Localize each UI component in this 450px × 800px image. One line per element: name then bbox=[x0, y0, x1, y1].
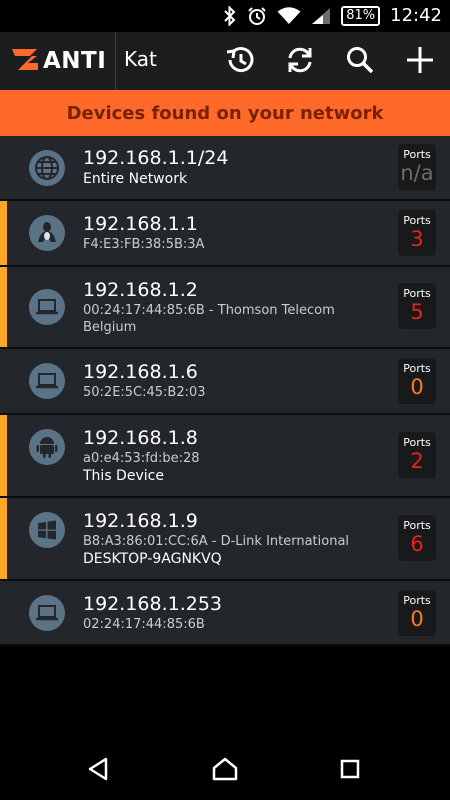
device-list: 192.168.1.1/24 Entire Network Ports n/a … bbox=[0, 136, 450, 646]
history-icon bbox=[224, 44, 256, 80]
app-logo: ANTI bbox=[10, 46, 106, 76]
ports-label: Ports bbox=[403, 519, 431, 532]
device-name: This Device bbox=[83, 468, 164, 484]
ports-count: 6 bbox=[410, 532, 424, 556]
plus-icon bbox=[404, 44, 436, 80]
device-highlight-bar bbox=[0, 267, 7, 347]
devices-banner: Devices found on your network bbox=[0, 90, 450, 136]
bluetooth-icon bbox=[223, 5, 237, 26]
history-button[interactable] bbox=[222, 44, 258, 80]
device-row[interactable]: 192.168.1.1/24 Entire Network Ports n/a bbox=[0, 136, 450, 201]
device-highlight-bar bbox=[0, 201, 7, 265]
ports-count: 5 bbox=[410, 300, 424, 324]
globe-icon bbox=[29, 150, 65, 186]
ports-count: 2 bbox=[410, 449, 424, 473]
add-button[interactable] bbox=[402, 44, 438, 80]
ports-badge: Ports 2 bbox=[398, 432, 436, 478]
status-bar: 81% 12:42 bbox=[0, 0, 450, 32]
back-icon bbox=[86, 756, 112, 786]
ports-badge: Ports 0 bbox=[398, 358, 436, 404]
device-mac: a0:e4:53:fd:be:28 bbox=[83, 451, 200, 466]
ports-label: Ports bbox=[403, 594, 431, 607]
home-button[interactable] bbox=[210, 756, 240, 786]
refresh-icon bbox=[284, 44, 316, 80]
device-ip: 192.168.1.1 bbox=[83, 213, 198, 235]
android-icon bbox=[29, 429, 65, 465]
device-mac: F4:E3:FB:38:5B:3A bbox=[83, 237, 205, 252]
recents-icon bbox=[339, 758, 361, 784]
ports-badge: Ports 3 bbox=[398, 210, 436, 256]
ports-label: Ports bbox=[403, 436, 431, 449]
battery-indicator: 81% bbox=[341, 5, 381, 26]
ports-count: n/a bbox=[400, 161, 434, 185]
ports-count: 0 bbox=[410, 607, 424, 631]
device-name: Entire Network bbox=[83, 171, 188, 187]
ports-label: Ports bbox=[403, 362, 431, 375]
device-row[interactable]: 192.168.1.6 50:2E:5C:45:B2:03 Ports 0 bbox=[0, 349, 450, 415]
device-ip: 192.168.1.2 bbox=[83, 279, 198, 301]
laptop-icon bbox=[29, 595, 65, 631]
device-row[interactable]: 192.168.1.9 B8:A3:86:01:CC:6A - D-Link I… bbox=[0, 498, 450, 581]
device-mac-vendor: B8:A3:86:01:CC:6A - D-Link International bbox=[83, 534, 350, 549]
ports-badge: Ports n/a bbox=[398, 144, 436, 190]
device-ip: 192.168.1.9 bbox=[83, 510, 198, 532]
device-name: DESKTOP-9AGNKVQ bbox=[83, 551, 222, 567]
search-icon bbox=[344, 44, 376, 80]
laptop-icon bbox=[29, 289, 65, 325]
device-ip: 192.168.1.1/24 bbox=[83, 147, 229, 169]
laptop-icon bbox=[29, 363, 65, 399]
app-bar: ANTI Kat bbox=[0, 32, 450, 90]
ports-badge: Ports 5 bbox=[398, 283, 436, 329]
system-nav-bar bbox=[0, 740, 450, 800]
device-highlight-bar bbox=[0, 498, 7, 579]
device-mac-vendor: 00:24:17:44:85:6B - Thomson Telecom Belg… bbox=[83, 303, 335, 335]
device-row[interactable]: 192.168.1.2 00:24:17:44:85:6B - Thomson … bbox=[0, 267, 450, 349]
home-icon bbox=[211, 756, 239, 786]
device-mac: 02:24:17:44:85:6B bbox=[83, 617, 205, 632]
windows-icon bbox=[29, 512, 65, 548]
ports-label: Ports bbox=[403, 214, 431, 227]
back-button[interactable] bbox=[84, 756, 114, 786]
ports-count: 3 bbox=[410, 227, 424, 251]
ports-badge: Ports 6 bbox=[398, 515, 436, 561]
device-row[interactable]: 192.168.1.1 F4:E3:FB:38:5B:3A Ports 3 bbox=[0, 201, 450, 267]
ports-label: Ports bbox=[403, 287, 431, 300]
ports-count: 0 bbox=[410, 375, 424, 399]
device-row[interactable]: 192.168.1.253 02:24:17:44:85:6B Ports 0 bbox=[0, 581, 450, 646]
app-logo-text: ANTI bbox=[43, 48, 107, 74]
linux-icon bbox=[29, 215, 65, 251]
clock: 12:42 bbox=[390, 5, 442, 26]
banner-text: Devices found on your network bbox=[66, 102, 384, 124]
app-bar-divider bbox=[115, 32, 116, 90]
signal-icon bbox=[311, 7, 331, 25]
ports-badge: Ports 0 bbox=[398, 590, 436, 636]
wifi-icon bbox=[277, 6, 301, 25]
device-row[interactable]: 192.168.1.8 a0:e4:53:fd:be:28 This Devic… bbox=[0, 415, 450, 498]
alarm-icon bbox=[247, 6, 267, 26]
refresh-button[interactable] bbox=[282, 44, 318, 80]
device-ip: 192.168.1.6 bbox=[83, 361, 198, 383]
device-mac: 50:2E:5C:45:B2:03 bbox=[83, 385, 206, 400]
network-name[interactable]: Kat bbox=[124, 47, 157, 71]
zanti-logo-icon bbox=[10, 46, 40, 76]
device-ip: 192.168.1.8 bbox=[83, 427, 198, 449]
device-highlight-bar bbox=[0, 415, 7, 496]
recents-button[interactable] bbox=[335, 756, 365, 786]
device-ip: 192.168.1.253 bbox=[83, 593, 223, 615]
ports-label: Ports bbox=[403, 148, 431, 161]
search-button[interactable] bbox=[342, 44, 378, 80]
